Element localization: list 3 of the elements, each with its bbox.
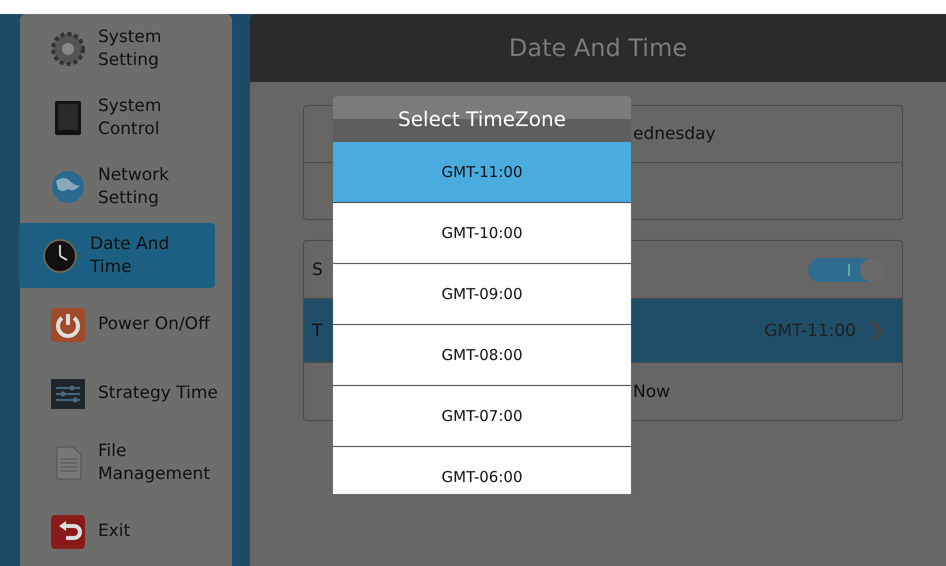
- timezone-value: GMT-11:00: [764, 320, 856, 340]
- dialog-title: Select TimeZone: [333, 96, 631, 142]
- page-title: Date And Time: [508, 34, 688, 62]
